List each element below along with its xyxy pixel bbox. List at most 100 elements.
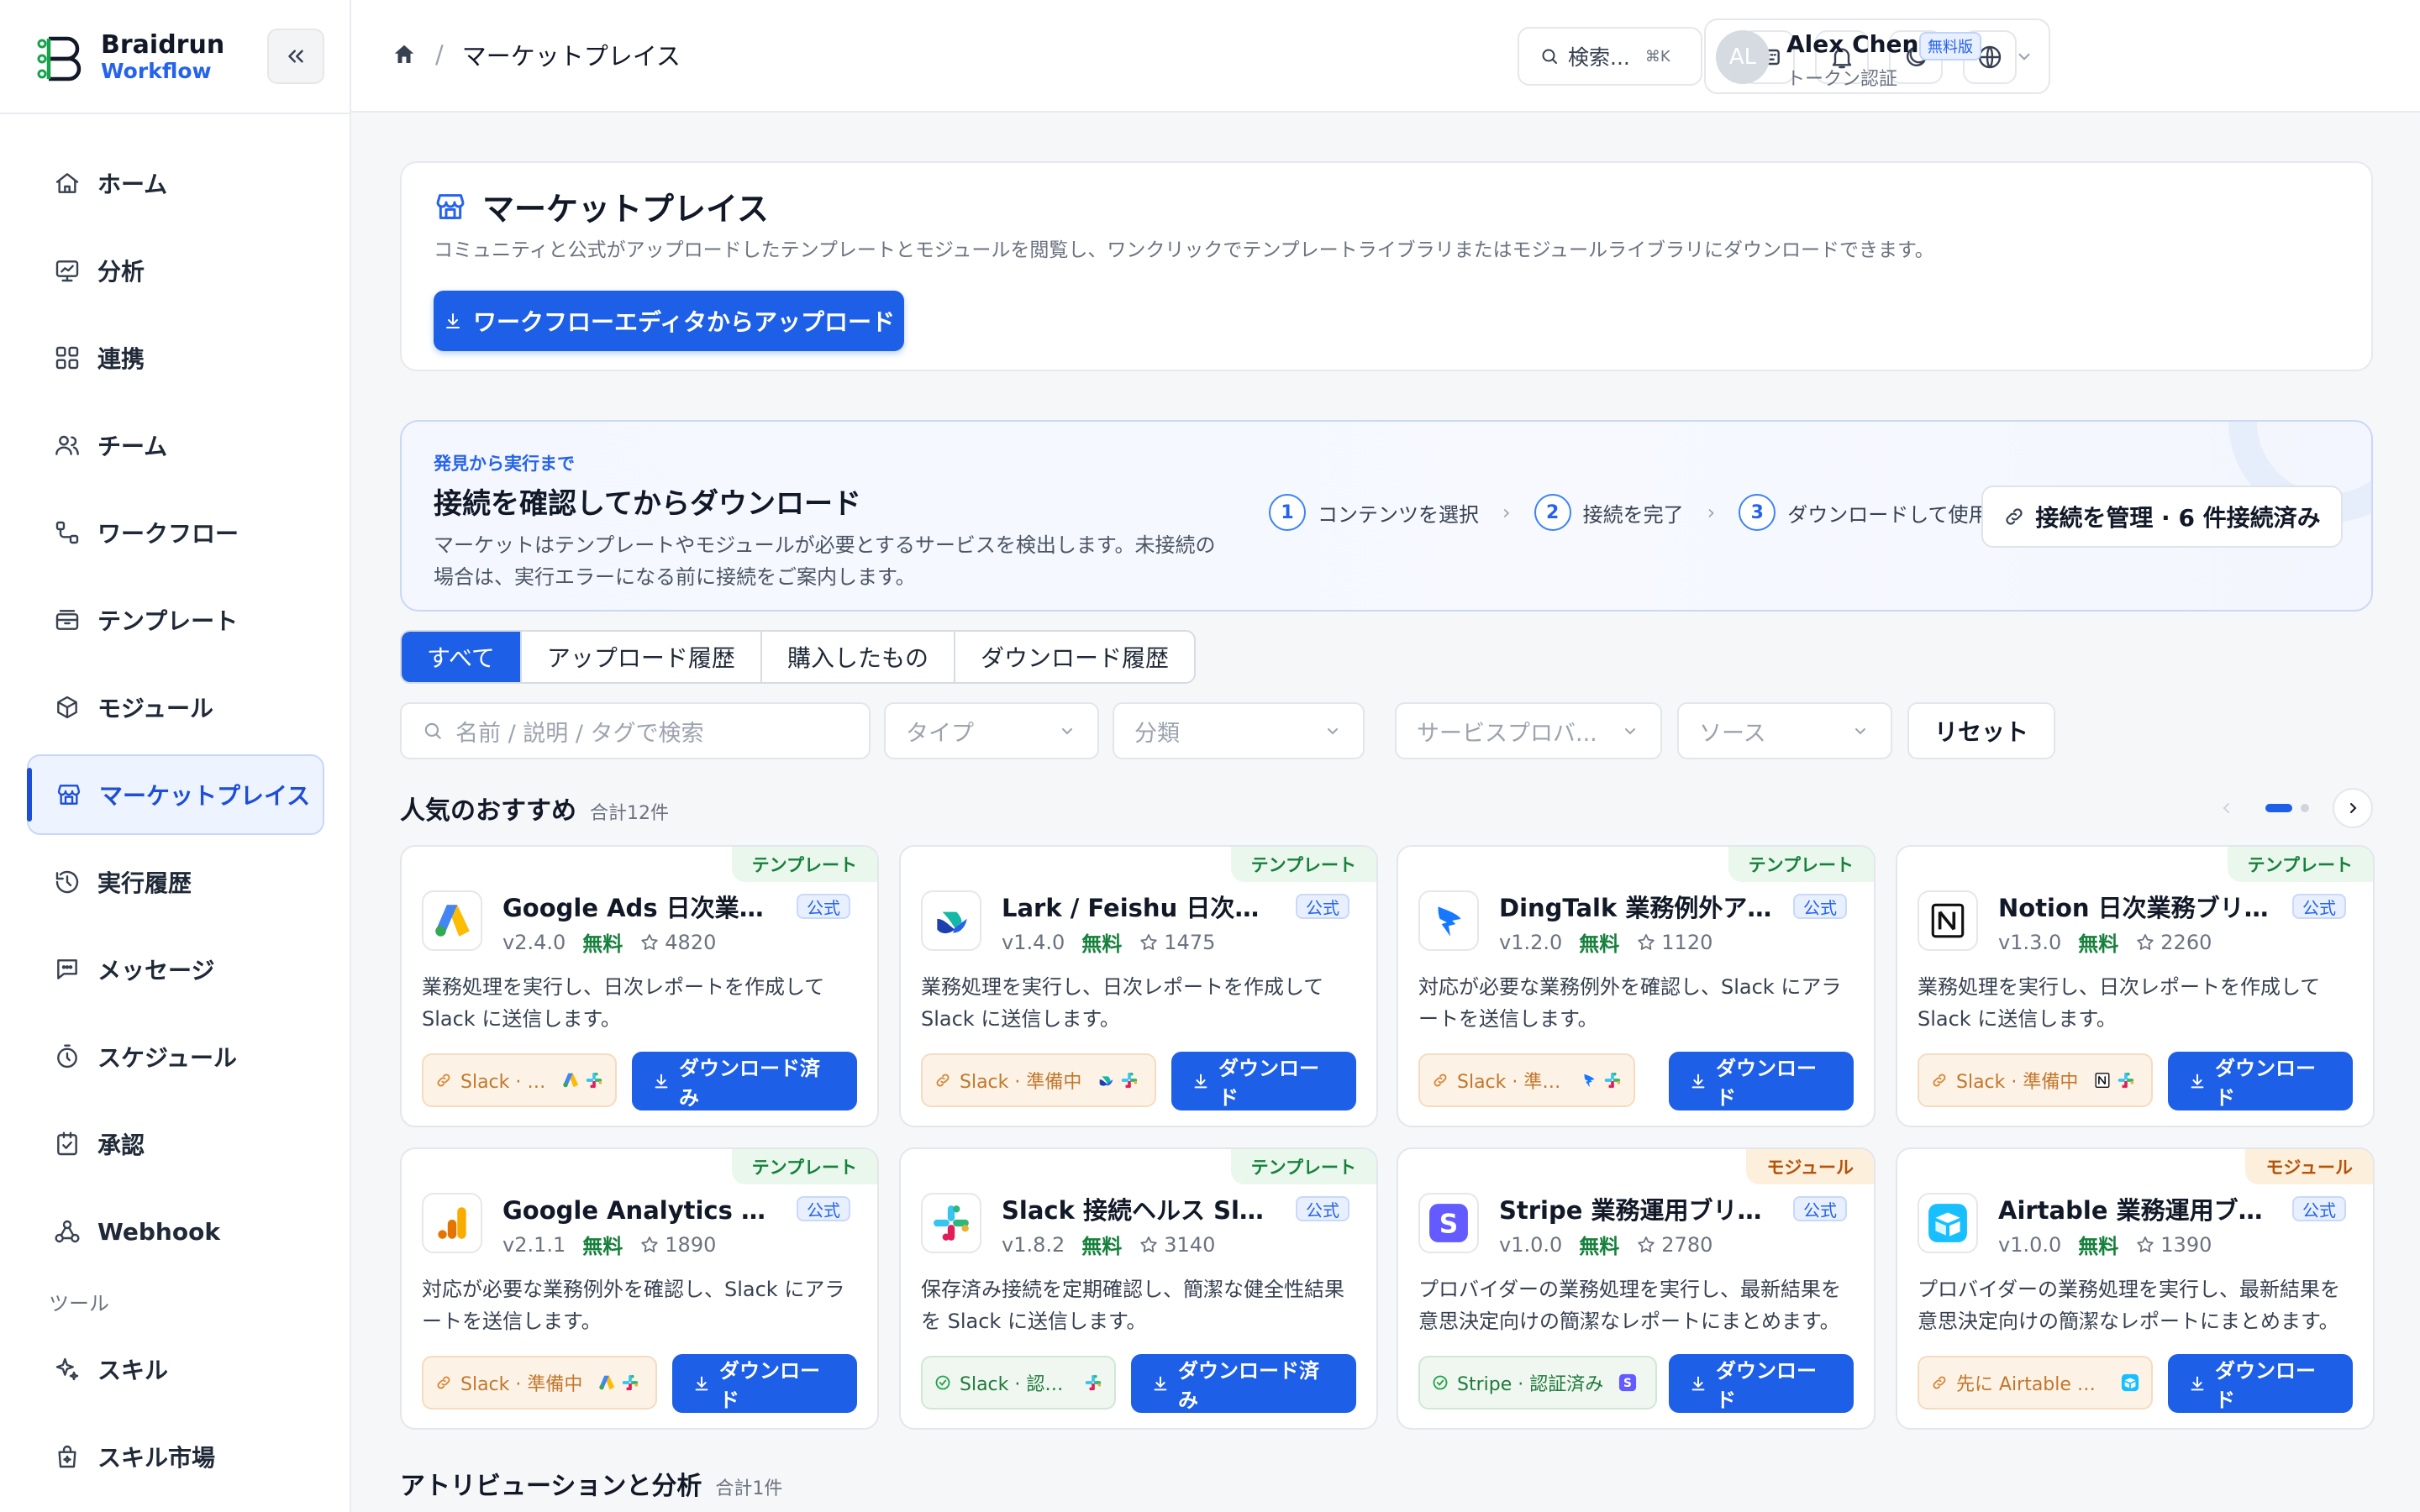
sidebar-item-schedule[interactable]: スケジュール	[27, 1016, 324, 1097]
sidebar-item-messages[interactable]: メッセージ	[27, 929, 324, 1010]
category-select-label: 分類	[1134, 720, 1180, 747]
download-button-label: ダウンロード	[2215, 1359, 2316, 1412]
card-title[interactable]: Notion 日次業務ブリーフ	[1998, 889, 2275, 924]
sidebar-item-template[interactable]: テンプレート	[27, 580, 324, 660]
connection-status-chip[interactable]: 先に Airtable を接続	[1918, 1356, 2153, 1410]
guide-eyebrow: 発見から実行まで	[434, 454, 575, 474]
global-search-button[interactable]: 検索... ⌘K	[1518, 27, 1702, 86]
sidebar-item-home[interactable]: ホーム	[27, 143, 324, 223]
service-logos	[1092, 1071, 1139, 1089]
page-title: マーケットプレイス	[434, 183, 769, 229]
card-type-badge: テンプレート	[731, 847, 877, 882]
provider-select[interactable]: サービスプロバ...	[1395, 702, 1662, 759]
connection-status-chip[interactable]: Slack · 準備中	[422, 1356, 657, 1410]
carousel-dot[interactable]	[2301, 804, 2309, 812]
manage-connections-button[interactable]: 接続を管理 · 6 件接続済み	[1981, 486, 2343, 548]
marketplace-card[interactable]: テンプレート DingTalk 業務例外アラート 公式 v1.2.0 無料 11…	[1397, 845, 1876, 1127]
card-title[interactable]: Airtable 業務運用ブリーフ	[1998, 1191, 2275, 1226]
marketplace-card[interactable]: テンプレート Lark / Feishu 日次業務ブリーフ 公式 v1.4.0 …	[899, 845, 1378, 1127]
download-button[interactable]: ダウンロード	[2168, 1052, 2353, 1110]
page-title-text: マーケットプレイス	[482, 191, 769, 228]
sidebar-item-webhook[interactable]: Webhook	[27, 1191, 324, 1272]
connection-status-chip[interactable]: Slack · 準備中	[1918, 1053, 2153, 1107]
connection-status-chip[interactable]: Slack · 認証済み	[921, 1356, 1116, 1410]
type-select[interactable]: タイプ	[884, 702, 1099, 759]
connection-status-text: Slack · 準備中	[1956, 1072, 2079, 1093]
link-icon	[1931, 1374, 1948, 1391]
card-title[interactable]: Google Ads 日次業務ブリーフ	[502, 889, 780, 924]
sidebar-item-marketplace[interactable]: マーケットプレイス	[27, 754, 324, 835]
card-version: v1.8.2	[1002, 1232, 1065, 1257]
card-meta: v2.4.0 無料 4820	[502, 927, 716, 957]
sidebar-item-skill-market[interactable]: スキル市場	[27, 1416, 324, 1497]
tab-download-history[interactable]: ダウンロード履歴	[955, 632, 1194, 682]
download-button[interactable]: ダウンロード済み	[632, 1052, 857, 1110]
upload-from-editor-button[interactable]: ワークフローエディタからアップロード	[434, 291, 904, 351]
tab-upload-history[interactable]: アップロード履歴	[522, 632, 762, 682]
sidebar-item-module[interactable]: モジュール	[27, 667, 324, 748]
card-description: 対応が必要な業務例外を確認し、Slack にアラートを送信します。	[1418, 975, 1842, 1031]
tab-all[interactable]: すべて	[402, 632, 522, 682]
sidebar-item-workflow[interactable]: ワークフロー	[27, 492, 324, 573]
download-button[interactable]: ダウンロード済み	[1131, 1354, 1356, 1413]
analytics-icon	[52, 255, 82, 286]
search-icon	[1542, 49, 1557, 64]
sidebar-item-label: ワークフロー	[97, 520, 239, 548]
collapse-sidebar-button[interactable]	[267, 29, 324, 84]
sidebar-item-label: 実行履歴	[97, 869, 192, 897]
marketplace-search-input[interactable]: 名前 / 説明 / タグで検索	[400, 702, 871, 759]
card-title[interactable]: DingTalk 業務例外アラート	[1499, 889, 1776, 924]
card-title[interactable]: Google Analytics 業務例外アラート	[502, 1191, 780, 1226]
sidebar-item-label: 連携	[97, 345, 145, 373]
step-label: コンテンツを選択	[1318, 502, 1479, 527]
marketplace-card[interactable]: テンプレート Google Analytics 業務例外アラート 公式 v2.1…	[400, 1147, 879, 1430]
guide-description-line1: マーケットはテンプレートやモジュールが必要とするサービスを検出します。未接続の	[434, 533, 1216, 557]
home-icon[interactable]	[392, 42, 417, 67]
download-button[interactable]: ダウンロード	[672, 1354, 857, 1413]
sidebar-item-analytics[interactable]: 分析	[27, 230, 324, 311]
sidebar-item-run-history[interactable]: 実行履歴	[27, 842, 324, 922]
category-select[interactable]: 分類	[1113, 702, 1365, 759]
source-select[interactable]: ソース	[1677, 702, 1892, 759]
tab-purchased[interactable]: 購入したもの	[762, 632, 955, 682]
sidebar-item-integrations[interactable]: 連携	[27, 318, 324, 398]
timer-icon	[52, 1042, 82, 1072]
card-title[interactable]: Lark / Feishu 日次業務ブリーフ	[1002, 889, 1279, 924]
marketplace-card[interactable]: モジュール Airtable 業務運用ブリーフ 公式 v1.0.0 無料 139…	[1896, 1147, 2375, 1430]
carousel-next-button[interactable]	[2333, 788, 2373, 828]
chevron-left-icon	[2223, 803, 2229, 813]
carousel-prev-button[interactable]	[2207, 788, 2247, 828]
marketplace-card[interactable]: モジュール S Stripe 業務運用ブリーフ 公式 v1.0.0 無料 278…	[1397, 1147, 1876, 1430]
webhook-icon	[52, 1216, 82, 1247]
user-menu[interactable]: AL Alex Chen 無料版 トークン認証	[1704, 18, 2050, 94]
reset-filters-button[interactable]: リセット	[1907, 702, 2055, 759]
sidebar-item-skill[interactable]: スキル	[27, 1329, 324, 1410]
card-price: 無料	[582, 932, 623, 956]
download-button[interactable]: ダウンロード	[1669, 1354, 1854, 1413]
card-title[interactable]: Stripe 業務運用ブリーフ	[1499, 1191, 1776, 1226]
marketplace-card[interactable]: テンプレート Notion 日次業務ブリーフ 公式 v1.3.0 無料 2260…	[1896, 845, 2375, 1127]
marketplace-card[interactable]: テンプレート Slack 接続ヘルス Slack レポート 公式 v1.8.2 …	[899, 1147, 1378, 1430]
sidebar-item-approval[interactable]: 承認	[27, 1104, 324, 1184]
sidebar-item-team[interactable]: チーム	[27, 405, 324, 486]
download-button[interactable]: ダウンロード	[2168, 1354, 2353, 1413]
link-icon	[435, 1374, 452, 1391]
carousel-dot-active[interactable]	[2265, 804, 2292, 812]
download-button-label: ダウンロード	[1716, 1359, 1817, 1412]
card-version: v1.4.0	[1002, 930, 1065, 954]
card-description: 業務処理を実行し、日次レポートを作成して Slack に送信します。	[1918, 975, 2321, 1031]
service-logos	[556, 1071, 603, 1089]
connection-status-chip[interactable]: Stripe · 認証済み S	[1418, 1356, 1657, 1410]
card-title[interactable]: Slack 接続ヘルス Slack レポート	[1002, 1191, 1279, 1226]
brand-name: Braidrun	[101, 30, 225, 60]
download-icon	[445, 313, 460, 328]
download-button[interactable]: ダウンロード	[1171, 1052, 1356, 1110]
connection-status-chip[interactable]: Slack · 準備中	[1418, 1053, 1635, 1107]
card-meta: v1.2.0 無料 1120	[1499, 927, 1712, 957]
download-button[interactable]: ダウンロード	[1669, 1052, 1854, 1110]
connection-status-chip[interactable]: Slack · 準備中	[422, 1053, 617, 1107]
marketplace-card[interactable]: テンプレート Google Ads 日次業務ブリーフ 公式 v2.4.0 無料 …	[400, 845, 879, 1127]
card-version: v1.0.0	[1998, 1232, 2062, 1257]
connection-status-chip[interactable]: Slack · 準備中	[921, 1053, 1156, 1107]
sidebar-item-label: スキル市場	[97, 1444, 216, 1472]
